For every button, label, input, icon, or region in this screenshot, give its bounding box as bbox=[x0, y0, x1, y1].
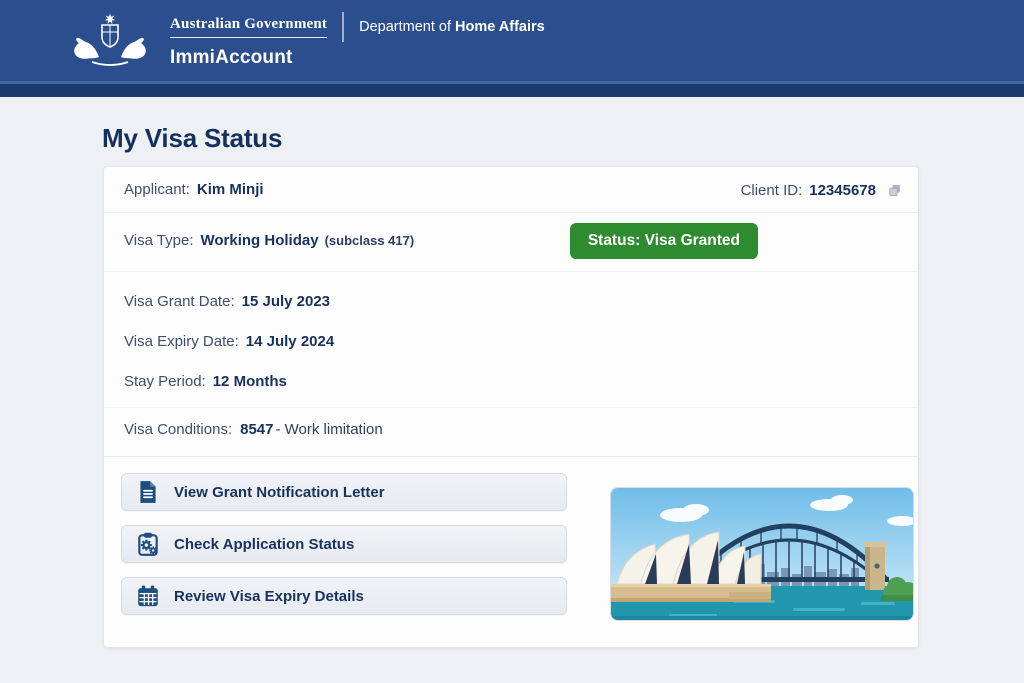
check-application-status-button[interactable]: Check Application Status bbox=[121, 525, 567, 563]
visa-conditions-code: 8547 bbox=[240, 421, 273, 438]
action-label: Check Application Status bbox=[174, 536, 354, 553]
page-title: My Visa Status bbox=[102, 123, 1024, 154]
applicant-field: Applicant: Kim Minji bbox=[124, 181, 264, 199]
applicant-name: Kim Minji bbox=[197, 181, 264, 198]
visa-status-card: Applicant: Kim Minji Client ID: 12345678 V… bbox=[103, 166, 919, 648]
visa-subclass: (subclass 417) bbox=[325, 233, 415, 248]
visa-type-label: Visa Type: bbox=[124, 232, 194, 249]
visa-conditions-text: - Work limitation bbox=[276, 421, 383, 438]
visa-type-value: Working Holiday bbox=[201, 232, 319, 249]
visa-grant-date-row: Visa Grant Date:15 July 2023 bbox=[124, 282, 898, 322]
stay-period-row: Stay Period:12 Months bbox=[124, 362, 898, 402]
header-divider bbox=[342, 12, 344, 42]
immiaccount-logo: ImmiAccount bbox=[170, 47, 545, 69]
action-label: Review Visa Expiry Details bbox=[174, 588, 364, 605]
action-buttons: View Grant Notification Letter bbox=[121, 473, 567, 615]
view-grant-letter-button[interactable]: View Grant Notification Letter bbox=[121, 473, 567, 511]
review-visa-expiry-button[interactable]: Review Visa Expiry Details bbox=[121, 577, 567, 615]
header-accent-strip bbox=[0, 81, 1024, 97]
calendar-icon bbox=[135, 583, 161, 609]
copy-icon[interactable] bbox=[887, 183, 902, 198]
visa-expiry-date-row: Visa Expiry Date:14 July 2024 bbox=[124, 322, 898, 362]
actions-section: View Grant Notification Letter bbox=[104, 456, 918, 647]
australian-government-label: Australian Government bbox=[170, 16, 327, 38]
clipboard-gear-icon bbox=[135, 531, 161, 557]
sydney-harbour-illustration bbox=[610, 487, 914, 621]
client-id-label: Client ID: bbox=[741, 182, 803, 199]
app-header: Australian Government Department ofHome … bbox=[0, 0, 1024, 97]
applicant-row: Applicant: Kim Minji Client ID: 12345678 bbox=[104, 167, 918, 213]
visa-details-list: Visa Grant Date:15 July 2023 Visa Expiry… bbox=[104, 272, 918, 407]
department-label: Department ofHome Affairs bbox=[359, 19, 545, 35]
visa-type-field: Visa Type: Working Holiday (subclass 417) bbox=[124, 232, 414, 250]
status-badge: Status: Visa Granted bbox=[570, 223, 758, 259]
client-id-field: Client ID: 12345678 bbox=[741, 182, 902, 199]
action-label: View Grant Notification Letter bbox=[174, 484, 385, 501]
visa-conditions-label: Visa Conditions: bbox=[124, 421, 232, 438]
visa-type-row: Visa Type:Working Holiday(subclass 417) … bbox=[104, 213, 918, 272]
australian-coat-of-arms-icon bbox=[66, 10, 154, 73]
document-icon bbox=[135, 479, 161, 505]
visa-conditions-row: Visa Conditions: 8547- Work limitation bbox=[104, 407, 918, 456]
main-content: My Visa Status Applicant: Kim Minji Clien… bbox=[0, 123, 1024, 648]
applicant-label: Applicant: bbox=[124, 181, 190, 198]
client-id-value: 12345678 bbox=[809, 182, 876, 199]
